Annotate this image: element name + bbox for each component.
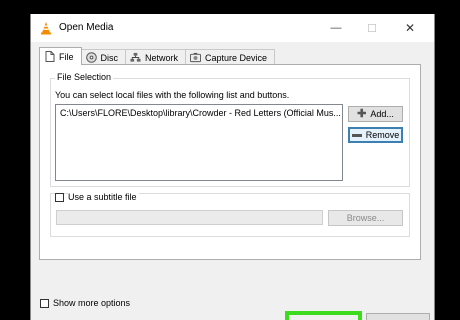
remove-button-label: Remove: [365, 130, 400, 140]
cancel-button[interactable]: [366, 313, 430, 320]
subtitle-checkbox[interactable]: [55, 193, 64, 202]
tab-network[interactable]: Network: [125, 49, 187, 65]
minimize-button[interactable]: —: [318, 14, 354, 42]
highlighted-play-button[interactable]: [285, 311, 362, 320]
minus-icon: [351, 133, 362, 137]
tab-file-label: File: [59, 51, 74, 62]
title-bar: Open Media — ☐ ✕: [31, 14, 434, 42]
browse-button[interactable]: Browse...: [328, 210, 403, 226]
show-more-options-checkbox[interactable]: [40, 299, 49, 308]
file-selection-hint: You can select local files with the foll…: [55, 90, 290, 100]
subtitle-checkbox-label: Use a subtitle file: [68, 192, 139, 202]
tab-file[interactable]: File: [39, 47, 82, 65]
subtitle-file-field: [56, 210, 323, 225]
maximize-button[interactable]: ☐: [354, 14, 390, 42]
file-selection-label: File Selection: [55, 72, 114, 82]
show-more-options-label: Show more options: [53, 298, 131, 308]
add-button[interactable]: ✚ Add...: [348, 106, 403, 122]
tab-disc-label: Disc: [100, 52, 119, 63]
file-icon: [44, 51, 55, 62]
disc-icon: [85, 52, 97, 63]
plus-icon: ✚: [357, 107, 367, 120]
tab-capture-device[interactable]: Capture Device: [185, 49, 276, 65]
add-button-label: Add...: [370, 109, 394, 119]
close-button[interactable]: ✕: [392, 14, 428, 42]
browse-button-label: Browse...: [346, 213, 385, 223]
list-item[interactable]: C:\Users\FLORE\Desktop\library\Crowder -…: [56, 105, 342, 121]
file-list[interactable]: C:\Users\FLORE\Desktop\library\Crowder -…: [55, 104, 343, 181]
vlc-cone-icon: [39, 21, 53, 35]
tab-network-label: Network: [145, 52, 179, 63]
remove-button[interactable]: Remove: [348, 127, 403, 143]
tab-bar: File Disc Network Capture Device: [39, 47, 276, 65]
capture-device-icon: [190, 52, 202, 63]
tab-capture-device-label: Capture Device: [205, 52, 268, 63]
window-title: Open Media: [59, 22, 114, 33]
network-icon: [130, 52, 141, 63]
tab-disc[interactable]: Disc: [80, 49, 127, 65]
